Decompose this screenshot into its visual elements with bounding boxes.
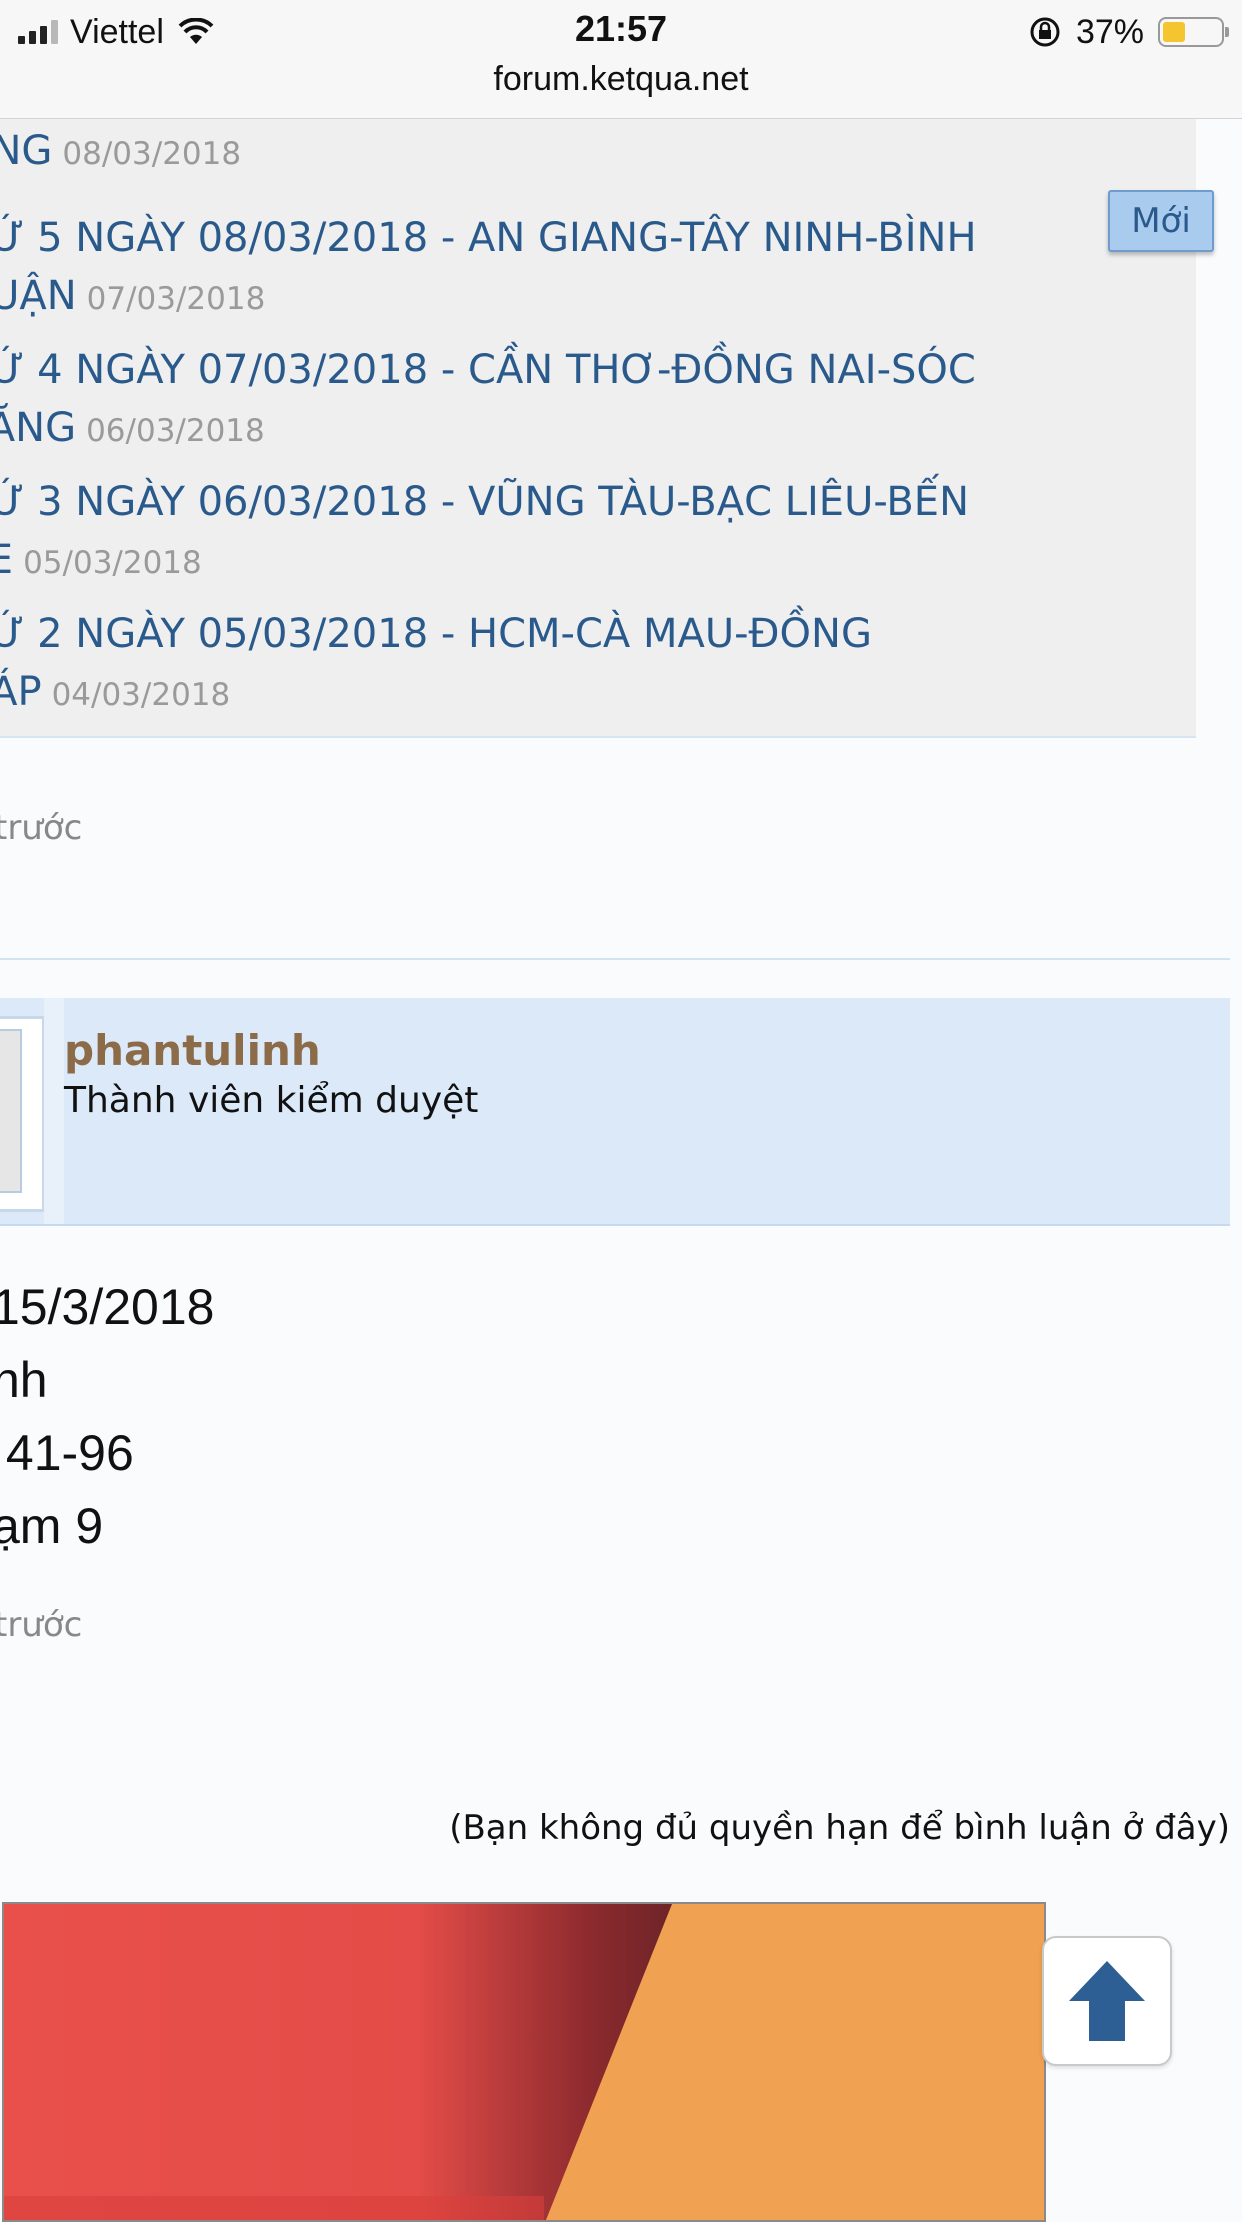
thread-link[interactable]: ONG 08/03/2018 [0,122,1140,183]
user-title: Thành viên kiểm duyệt [64,1080,479,1121]
thread-title-cont[interactable]: RE [0,537,13,583]
thread-date: 04/03/2018 [51,677,231,713]
thread-link[interactable]: HỨ 4 NGÀY 07/03/2018 - CẦN THƠ-ĐỒNG NAI-… [0,341,1140,460]
post-divider [0,958,1230,960]
thread-title[interactable]: ONG [0,128,52,174]
permission-note: (Bạn không đủ quyền hạn để bình luận ở đ… [449,1808,1230,1848]
scroll-to-top-button[interactable] [1042,1936,1172,2066]
post-body-line: 41-96 [0,1425,134,1481]
thread-link[interactable]: HỨ 5 NGÀY 08/03/2018 - AN GIANG-TÂY NINH… [0,209,1140,328]
thread-title[interactable]: HỨ 4 NGÀY 07/03/2018 - CẦN THƠ-ĐỒNG NAI-… [0,347,976,393]
thread-title-cont[interactable]: HUẬN [0,273,77,319]
orientation-lock-icon [1030,17,1060,47]
thread-link[interactable]: HỨ 3 NGÀY 06/03/2018 - VŨNG TÀU-BẠC LIÊU… [0,473,1140,592]
thread-title-cont[interactable]: HÁP [0,669,42,715]
status-bar: Viettel 21:57 37% forum.ketqua.net [0,0,1242,119]
thread-date: 06/03/2018 [86,413,265,449]
post-body-line: nh [0,1352,48,1408]
related-threads-list: ONG 08/03/2018 HỨ 5 NGÀY 08/03/2018 - AN … [0,119,1196,738]
thread-title-cont[interactable]: RĂNG [0,405,76,451]
post-body-line: 15/3/2018 [0,1279,215,1335]
ad-banner-graphic [4,1904,1044,2220]
post-time-label: trước [0,1605,83,1645]
thread-title[interactable]: HỨ 3 NGÀY 06/03/2018 - VŨNG TÀU-BẠC LIÊU… [0,479,969,525]
status-right: 37% [1028,10,1229,54]
battery-icon [1158,17,1229,47]
arrow-up-icon [1069,1961,1145,2041]
post-body-line: ạm 9 [0,1498,104,1554]
post-user-card: phantulinh Thành viên kiểm duyệt [0,998,1230,1226]
ad-banner[interactable] [2,1902,1046,2222]
post-time-label: trước [0,808,83,848]
thread-date: 08/03/2018 [62,136,242,172]
thread-title[interactable]: HỨ 2 NGÀY 05/03/2018 - HCM-CÀ MAU-ĐỒNG [0,611,872,657]
thread-link[interactable]: HỨ 2 NGÀY 05/03/2018 - HCM-CÀ MAU-ĐỒNG H… [0,605,1140,724]
username-link[interactable]: phantulinh [64,1026,321,1075]
thread-date: 05/03/2018 [23,545,202,581]
thread-title[interactable]: HỨ 5 NGÀY 08/03/2018 - AN GIANG-TÂY NINH… [0,215,977,261]
url-bar[interactable]: forum.ketqua.net [0,60,1242,99]
new-badge: Mới [1108,190,1214,252]
thread-date: 07/03/2018 [86,281,266,317]
avatar[interactable] [0,1016,45,1212]
battery-percent: 37% [1075,12,1144,51]
